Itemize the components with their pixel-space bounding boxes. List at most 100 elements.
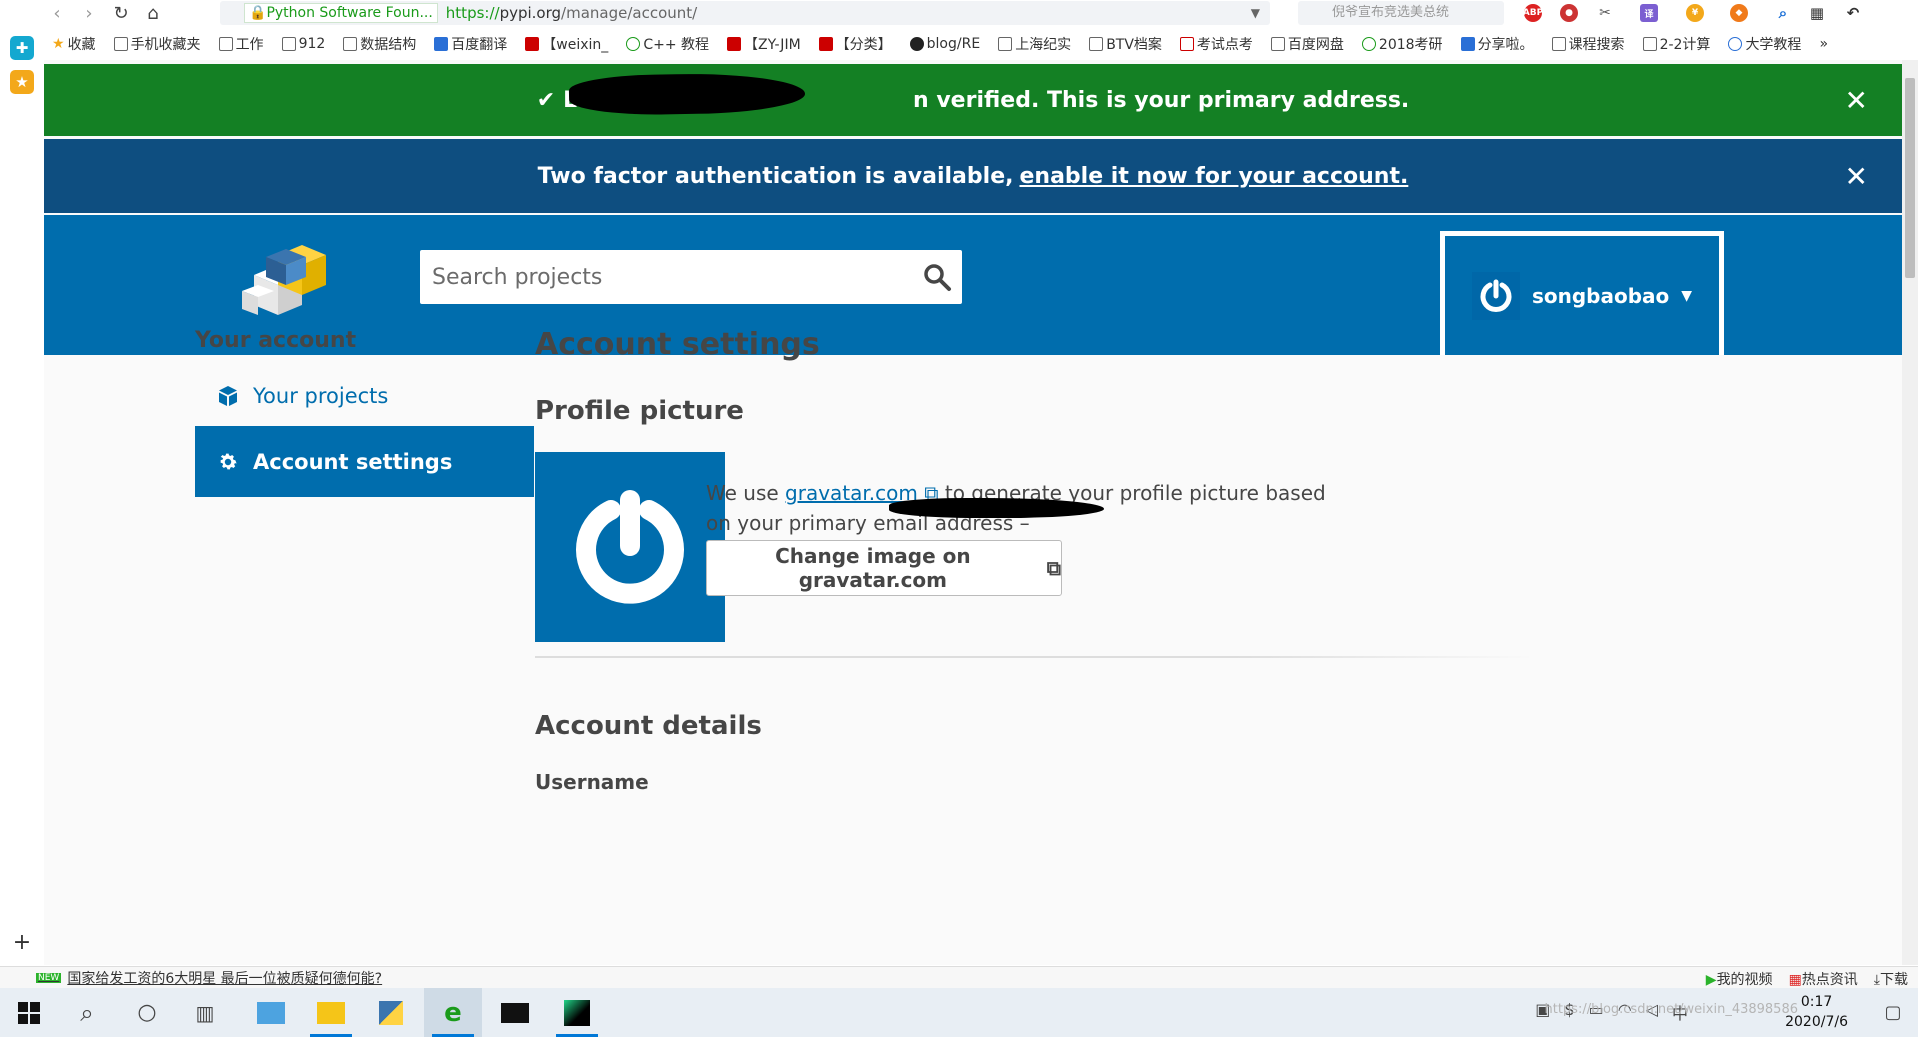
status-label: 我的视频 [1716, 972, 1773, 988]
pypi-logo-icon[interactable] [234, 235, 330, 319]
checkmark-icon: ✔ [536, 87, 556, 113]
bookmark-item[interactable]: 百度网盘 [1270, 34, 1344, 54]
redaction-mark [889, 498, 1104, 518]
gravatar-icon [1480, 279, 1512, 312]
game-icon[interactable]: ◆ [1730, 4, 1748, 22]
bookmark-item[interactable]: 【分类】 [818, 34, 892, 54]
bookmark-item[interactable]: 大学教程 [1728, 34, 1801, 54]
hot-news-button[interactable]: ▦热点资讯 [1789, 969, 1858, 989]
sidebar-item-your-projects[interactable]: Your projects [195, 360, 534, 431]
folder-icon [343, 37, 358, 51]
my-videos-button[interactable]: ▶我的视频 [1706, 969, 1773, 989]
control-panel-icon[interactable] [242, 988, 300, 1037]
bookmark-item[interactable]: 912 [281, 36, 325, 52]
bookmark-label: 2018考研 [1378, 37, 1443, 53]
bookmark-label: 工作 [235, 37, 264, 53]
two-factor-text: Two factor authentication is available, [537, 163, 1014, 189]
download-button[interactable]: ⤓下载 [1874, 969, 1908, 989]
sidebar-item-label: Your projects [253, 383, 389, 408]
bookmark-item[interactable]: 课程搜索 [1551, 34, 1625, 54]
runoob-icon [626, 37, 641, 51]
bookmark-item[interactable]: ★ 收藏 [52, 34, 96, 54]
back-icon[interactable]: ‹ [46, 2, 68, 24]
profile-picture-heading: Profile picture [535, 396, 744, 426]
magnifier-icon[interactable]: ⌕ [1774, 4, 1792, 22]
forward-icon[interactable]: › [78, 2, 100, 24]
page-scrollbar[interactable] [1902, 60, 1918, 965]
bookmark-label: 2-2计算 [1659, 37, 1711, 53]
cortana-icon[interactable]: ○ [118, 988, 176, 1037]
news-text: 国家给发工资的6大明星 最后一位被质疑何德何能? [67, 970, 383, 987]
bookmark-item[interactable]: 分享啦。 [1460, 34, 1534, 54]
sidebar-title: Your account [195, 328, 357, 353]
home-icon[interactable]: ⌂ [142, 2, 164, 24]
browser-search-text: 倪爷宣布竞选美总统 [1332, 5, 1450, 20]
bookmark-label: BTV档案 [1106, 37, 1162, 53]
scissors-icon[interactable]: ✂ [1596, 4, 1614, 22]
browser-toolbar: ‹ › ↻ ⌂ 🔒Python Software Foun... https:/… [0, 0, 1918, 26]
bookmark-label: 【分类】 [835, 37, 892, 53]
url-text[interactable]: https://pypi.org/manage/account/ [446, 4, 697, 22]
play-icon [1728, 37, 1743, 51]
notifications-icon[interactable]: ▢ [1868, 988, 1918, 1037]
bookmark-item[interactable]: 手机收藏夹 [113, 34, 201, 54]
favorites-icon[interactable]: ★ [10, 70, 34, 94]
grid-icon[interactable]: ▦ [1808, 4, 1826, 22]
exam-icon [1179, 37, 1194, 51]
close-icon[interactable]: ✕ [1845, 160, 1868, 193]
python-icon[interactable] [362, 988, 420, 1037]
add-icon[interactable]: + [10, 930, 34, 955]
browser-icon[interactable]: e [424, 988, 482, 1037]
bookmark-label: 收藏 [67, 37, 96, 53]
dropdown-icon[interactable]: ▼ [1251, 6, 1260, 20]
clock[interactable]: 0:17 2020/7/6 [1785, 992, 1848, 1032]
sidebar-item-account-settings[interactable]: Account settings [195, 426, 534, 497]
email-verified-text-end: n verified. This is your primary address… [913, 87, 1410, 113]
browser-search-box[interactable]: 倪爷宣布竞选美总统 [1298, 1, 1504, 25]
bookmark-item[interactable]: C++ 教程 [626, 34, 709, 54]
task-view-icon[interactable]: ▥ [176, 988, 234, 1037]
bookmark-label: 【ZY-JIM [744, 37, 801, 53]
bookmark-item[interactable]: 【weixin_ [525, 34, 608, 54]
search-input[interactable] [420, 250, 962, 304]
pycharm-icon[interactable] [548, 988, 606, 1037]
site-identity-badge[interactable]: 🔒Python Software Foun... [244, 3, 438, 23]
bookmark-label: 分享啦。 [1477, 37, 1534, 53]
bookmark-item[interactable]: BTV档案 [1089, 34, 1162, 54]
terminal-icon[interactable] [486, 988, 544, 1037]
user-menu-button[interactable]: songbaobao ▼ [1440, 231, 1724, 355]
gravatar-icon [576, 490, 684, 604]
search-icon[interactable]: ⌕ [58, 988, 116, 1037]
translate-icon[interactable]: 译 [1640, 4, 1658, 22]
bookmark-item[interactable]: 考试点考 [1179, 34, 1253, 54]
close-icon[interactable]: ✕ [1845, 84, 1868, 117]
search-icon[interactable] [922, 262, 952, 292]
extension-icon[interactable]: ● [1560, 4, 1578, 22]
start-button[interactable] [0, 988, 58, 1037]
iqiyi-icon [1089, 37, 1104, 51]
bookmark-item[interactable]: 百度翻译 [434, 34, 507, 54]
enable-2fa-link[interactable]: enable it now for your account. [1019, 164, 1408, 189]
share-icon [1460, 37, 1475, 51]
bookmark-item[interactable]: 工作 [218, 34, 264, 54]
shield-icon[interactable]: ¥ [1686, 4, 1704, 22]
sidebar-tool-icon[interactable]: ✚ [10, 36, 34, 60]
file-explorer-icon[interactable] [302, 988, 360, 1037]
bookmark-item[interactable]: 【ZY-JIM [727, 34, 801, 54]
bookmark-item[interactable]: 2-2计算 [1642, 34, 1711, 54]
adblock-icon[interactable]: ABP [1523, 4, 1543, 22]
site-identity-label: Python Software Foun... [266, 5, 433, 21]
scroll-thumb[interactable] [1905, 78, 1915, 278]
page-icon [1642, 37, 1657, 51]
bookmark-item[interactable]: 数据结构 [343, 34, 416, 54]
news-ticker[interactable]: NEW 国家给发工资的6大明星 最后一位被质疑何德何能? [36, 968, 382, 988]
windows-icon [18, 1001, 40, 1024]
address-bar[interactable]: 🔒Python Software Foun... https://pypi.or… [220, 1, 1270, 25]
reload-icon[interactable]: ↻ [110, 2, 132, 24]
bookmark-item[interactable]: 上海纪实 [998, 34, 1071, 54]
bookmark-item[interactable]: blog/RE [909, 36, 980, 52]
bookmarks-overflow[interactable]: » [1819, 36, 1828, 52]
undo-icon[interactable]: ↶ [1844, 4, 1862, 22]
bookmark-item[interactable]: 2018考研 [1361, 34, 1443, 54]
change-image-button[interactable]: Change image on gravatar.com ⧉ [706, 540, 1062, 596]
